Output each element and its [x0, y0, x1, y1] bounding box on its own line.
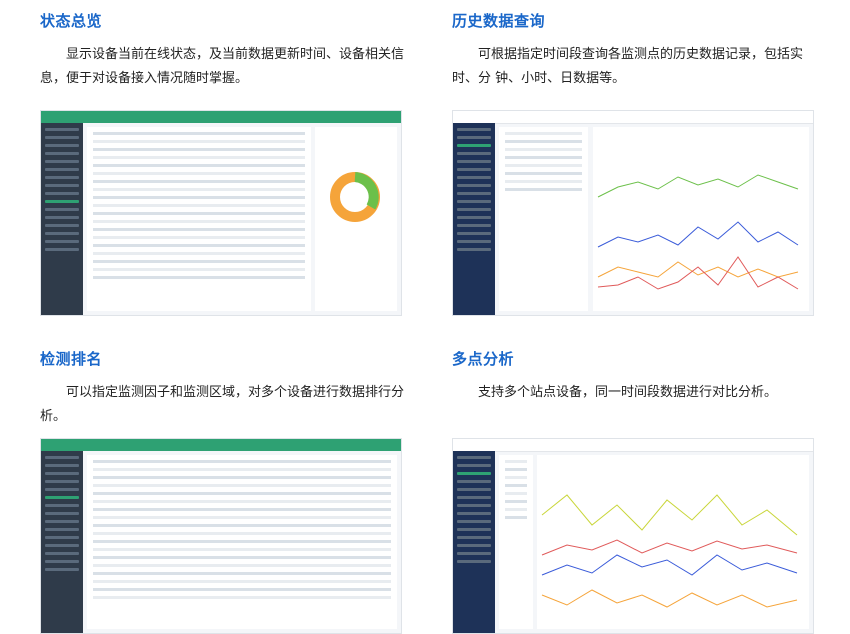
section-multipoint: 多点分析 支持多个站点设备，同一时间段数据进行对比分析。: [452, 348, 822, 405]
section-description: 支持多个站点设备，同一时间段数据进行对比分析。: [478, 385, 778, 400]
section-title: 检测排名: [40, 350, 103, 368]
section-description: 可根据指定时间段查询各监测点的历史数据记录，包括实时、分 钟、小时、日数据等。: [452, 47, 804, 86]
status-overview-screenshot: [40, 110, 402, 316]
ranking-screenshot: [40, 438, 402, 634]
multipoint-line-chart: [541, 494, 798, 608]
section-title: 状态总览: [40, 12, 103, 30]
donut-chart: [330, 172, 380, 222]
section-title: 历史数据查询: [452, 12, 546, 30]
section-title: 多点分析: [452, 350, 515, 368]
history-query-screenshot: [452, 110, 814, 316]
multipoint-screenshot: [452, 438, 814, 634]
section-status-overview: 状态总览 显示设备当前在线状态，及当前数据更新时间、设备相关信息，便于对设备接入…: [40, 10, 410, 91]
section-ranking: 检测排名 可以指定监测因子和监测区域，对多个设备进行数据排行分析。: [40, 348, 410, 429]
section-description: 显示设备当前在线状态，及当前数据更新时间、设备相关信息，便于对设备接入情况随时掌…: [40, 47, 405, 86]
section-history-query: 历史数据查询 可根据指定时间段查询各监测点的历史数据记录，包括实时、分 钟、小时…: [452, 10, 822, 91]
history-line-chart: [597, 174, 799, 290]
section-description: 可以指定监测因子和监测区域，对多个设备进行数据排行分析。: [40, 385, 405, 424]
